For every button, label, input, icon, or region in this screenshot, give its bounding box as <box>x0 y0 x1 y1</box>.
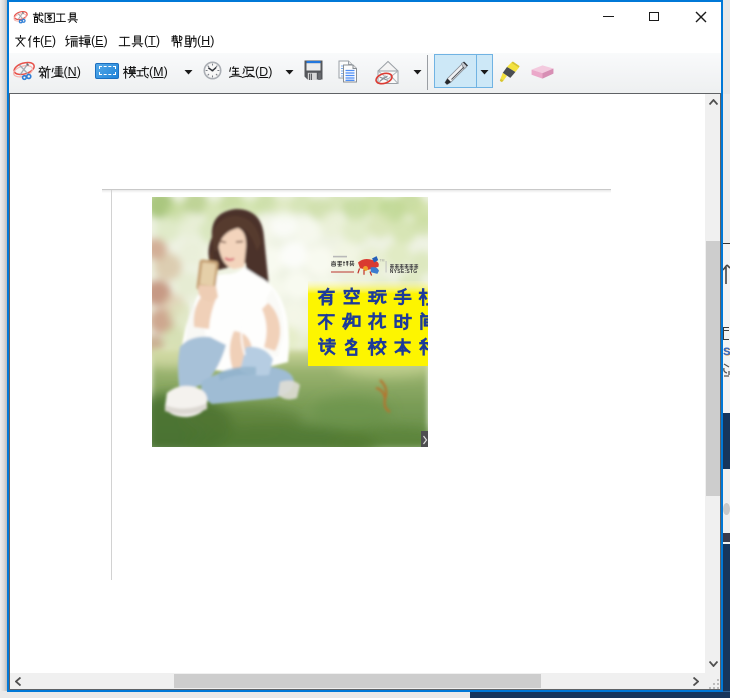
svg-text:TM: TM <box>380 259 385 263</box>
svg-text:NYSE:STG: NYSE:STG <box>390 269 418 275</box>
